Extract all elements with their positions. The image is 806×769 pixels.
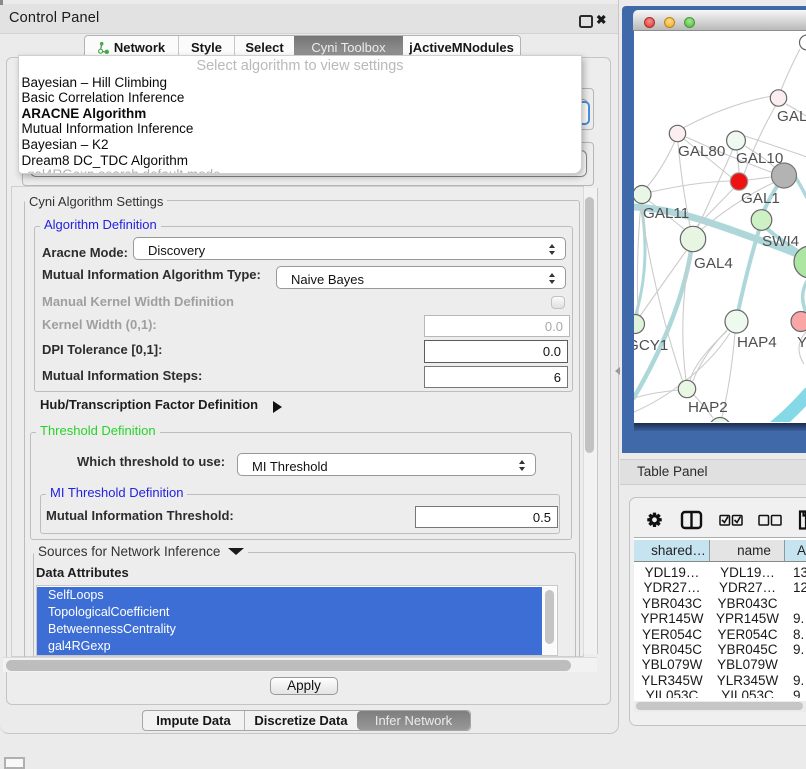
svg-text:HAP4: HAP4 xyxy=(737,334,777,351)
svg-text:GAL4: GAL4 xyxy=(694,255,733,272)
svg-text:GAL1: GAL1 xyxy=(741,190,780,207)
svg-text:GAL80: GAL80 xyxy=(678,143,725,160)
svg-text:GCY1: GCY1 xyxy=(634,337,668,354)
svg-text:GAL: GAL xyxy=(777,108,806,125)
svg-text:GAL11: GAL11 xyxy=(643,205,689,222)
svg-text:HAP2: HAP2 xyxy=(688,399,728,416)
svg-text:GAL10: GAL10 xyxy=(736,150,783,167)
svg-text:SWI4: SWI4 xyxy=(762,233,799,250)
svg-text:Y: Y xyxy=(797,334,806,351)
